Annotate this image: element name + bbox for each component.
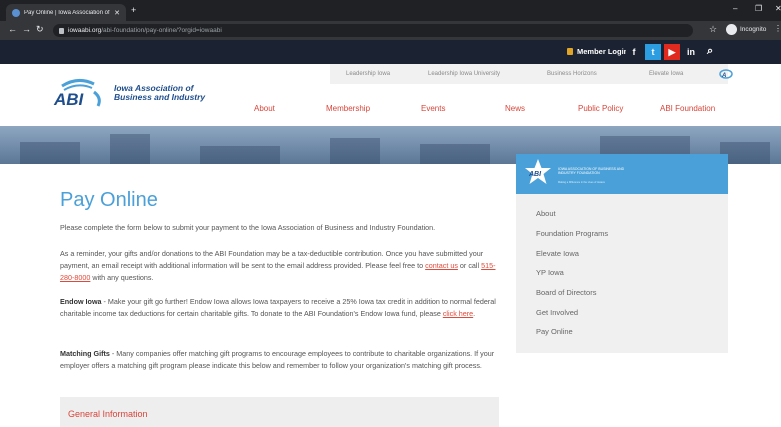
sidebar-item-get-involved[interactable]: Get Involved	[536, 308, 578, 317]
facebook-icon[interactable]: f	[626, 44, 642, 60]
sidebar-item-elevate-iowa[interactable]: Elevate Iowa	[536, 249, 579, 258]
back-icon[interactable]: ←	[8, 24, 17, 34]
twitter-icon[interactable]: t	[645, 44, 661, 60]
nav-about[interactable]: About	[254, 104, 275, 113]
forward-icon[interactable]: →	[22, 24, 31, 34]
endow-iowa-paragraph: Endow Iowa - Make your gift go further! …	[60, 297, 496, 318]
bookmark-star-icon[interactable]: ☆	[709, 24, 717, 35]
sidebar-item-yp-iowa[interactable]: YP Iowa	[536, 268, 564, 277]
close-window-icon[interactable]: ✕	[775, 4, 781, 13]
browser-menu-icon[interactable]: ⋮	[774, 24, 781, 33]
svg-text:A: A	[721, 73, 726, 79]
matching-gifts-label: Matching Gifts	[60, 349, 110, 358]
sidebar-tagline: Making a Difference in the Lives of Iowa…	[558, 181, 605, 184]
foundation-star-logo-icon: ABI	[525, 159, 551, 184]
minimize-icon[interactable]: –	[733, 4, 737, 13]
url-input[interactable]: iowaabi.org/abi-foundation/pay-online/?o…	[53, 24, 693, 37]
reminder-paragraph: As a reminder, your gifts and/or donatio…	[60, 249, 496, 282]
nav-news[interactable]: News	[505, 104, 525, 113]
reload-icon[interactable]: ↻	[36, 24, 44, 35]
browser-tab[interactable]: Pay Online | Iowa Association of ✕	[6, 4, 126, 21]
sidebar-item-pay-online[interactable]: Pay Online	[536, 327, 573, 336]
sidebar-item-board-of-directors[interactable]: Board of Directors	[536, 288, 596, 297]
tab-title: Pay Online | Iowa Association of	[24, 9, 110, 16]
page-title: Pay Online	[60, 189, 158, 211]
nav-membership[interactable]: Membership	[326, 104, 370, 113]
incognito-indicator[interactable]: Incognito	[726, 24, 766, 35]
member-login-link[interactable]: Member Login	[567, 47, 628, 56]
lock-icon	[59, 27, 64, 34]
nav-events[interactable]: Events	[421, 104, 445, 113]
search-icon[interactable]: ⌕	[707, 45, 713, 58]
svg-text:ABI: ABI	[528, 171, 542, 178]
url-host: iowaabi.org	[68, 27, 102, 34]
endow-click-here-link[interactable]: click here	[443, 309, 473, 318]
logo-text: ABI	[53, 90, 85, 108]
sidebar-item-about[interactable]: About	[536, 209, 556, 218]
subnav-business-horizons[interactable]: Business Horizons	[547, 71, 597, 77]
close-tab-icon[interactable]: ✕	[114, 9, 120, 17]
nav-public-policy[interactable]: Public Policy	[578, 104, 623, 113]
youtube-icon[interactable]: ▶	[664, 44, 680, 60]
contact-us-link[interactable]: contact us	[425, 261, 458, 270]
member-login-label: Member Login	[577, 47, 629, 56]
subnav-leadership-iowa[interactable]: Leadership Iowa	[346, 71, 390, 77]
linkedin-icon[interactable]: in	[683, 44, 699, 60]
abi-mini-logo-icon[interactable]: A	[719, 69, 733, 79]
org-name: Iowa Association of Business and Industr…	[114, 83, 206, 102]
intro-paragraph: Please complete the form below to submit…	[60, 223, 436, 232]
lock-icon	[567, 48, 573, 55]
incognito-icon	[726, 24, 737, 35]
favicon-icon	[12, 8, 20, 17]
subnav-leadership-iowa-university[interactable]: Leadership Iowa University	[428, 71, 500, 77]
new-tab-icon[interactable]: +	[131, 5, 136, 15]
abi-logo[interactable]: ABI	[48, 78, 110, 108]
incognito-label: Incognito	[740, 26, 767, 33]
maximize-icon[interactable]: ❐	[755, 4, 762, 13]
nav-abi-foundation[interactable]: ABI Foundation	[660, 104, 715, 113]
general-info-heading: General Information	[68, 409, 148, 419]
url-path: /abi-foundation/pay-online/?orgid=iowaab…	[101, 27, 222, 34]
matching-gifts-paragraph: Matching Gifts - Many companies offer ma…	[60, 349, 495, 370]
sidebar-item-foundation-programs[interactable]: Foundation Programs	[536, 229, 608, 238]
endow-iowa-label: Endow Iowa	[60, 297, 102, 306]
sidebar-org-name: IOWA ASSOCIATION OF BUSINESS AND INDUSTR…	[558, 167, 625, 175]
subnav-elevate-iowa[interactable]: Elevate Iowa	[649, 71, 683, 77]
